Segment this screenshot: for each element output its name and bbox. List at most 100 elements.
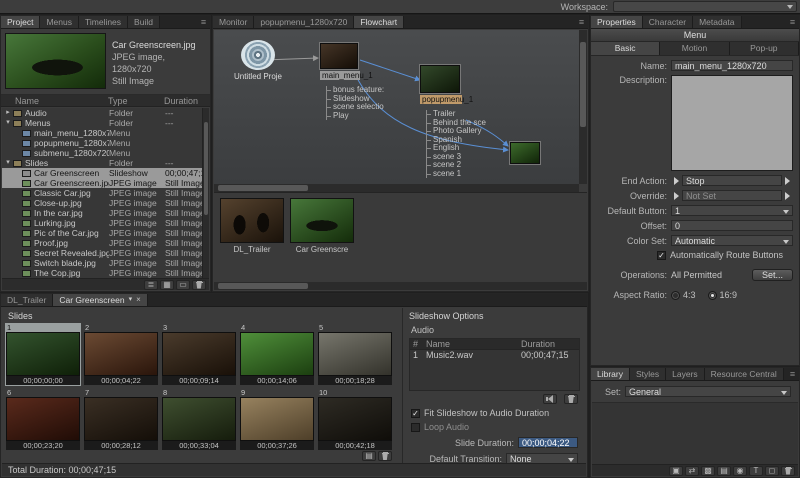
scrollbar-thumb[interactable] (218, 283, 308, 289)
new-folder-button[interactable]: ▭ (176, 280, 190, 290)
table-row[interactable]: In the car.jpgJPEG imageStill Image (2, 208, 209, 218)
offset-field[interactable]: 0 (671, 220, 793, 231)
tab-properties[interactable]: Properties (591, 16, 643, 28)
workspace-dropdown[interactable] (613, 1, 797, 12)
tab-menu-icon[interactable]: ▾ (129, 294, 133, 306)
icon-view-button[interactable]: ▦ (160, 280, 174, 290)
tab-car-greenscreen[interactable]: Car Greenscreen▾× (53, 294, 147, 306)
aspect-ratio-option-4-3[interactable]: 4:3 (671, 290, 696, 300)
end-action-pick-icon[interactable] (785, 177, 790, 185)
new-button-button[interactable]: ◉ (733, 466, 747, 476)
flowchart-node-main-menu[interactable]: main_menu_1 (320, 43, 360, 80)
tab-project[interactable]: Project (1, 16, 40, 28)
audio-row[interactable]: 1Music2.wav00;00;47;15 (410, 350, 579, 361)
flowchart-node-project[interactable]: Untitled Proje (228, 40, 288, 81)
default-transition-dropdown[interactable]: None (506, 453, 578, 463)
flowchart-menu-item[interactable]: Play (327, 112, 384, 121)
scrollbar-thumb[interactable] (218, 185, 308, 191)
new-menu-button[interactable]: ▤ (717, 466, 731, 476)
table-row[interactable]: ▾MenusFolder--- (2, 118, 209, 128)
tab-monitor[interactable]: Monitor (213, 16, 254, 28)
tab-timelines[interactable]: Timelines (79, 16, 128, 28)
table-row[interactable]: submenu_1280x720Menu (2, 148, 209, 158)
delete-button[interactable] (192, 280, 206, 290)
slide-thumbnail[interactable]: 1000;00;42;18 (317, 388, 393, 451)
flowchart-vertical-scrollbar[interactable] (579, 30, 587, 184)
tab-styles[interactable]: Styles (630, 368, 666, 380)
table-row[interactable]: The Cop.jpgJPEG imageStill Image (2, 268, 209, 278)
column-header-name[interactable]: Name (1, 95, 108, 106)
table-row[interactable]: Proof.jpgJPEG imageStill Image (2, 238, 209, 248)
table-row[interactable]: Car GreenscreenSlideshow00;00;47;15 (2, 168, 209, 178)
panel-menu-icon[interactable]: ≡ (197, 16, 210, 28)
fit-slideshow-checkbox[interactable]: ✓ Fit Slideshow to Audio Duration (411, 408, 586, 418)
color-set-dropdown[interactable]: Automatic (671, 235, 793, 246)
table-row[interactable]: ▸AudioFolder--- (2, 108, 209, 118)
new-shape-button[interactable]: ◻ (765, 466, 779, 476)
table-row[interactable]: Pic of the Car.jpgJPEG imageStill Image (2, 228, 209, 238)
name-field[interactable]: main_menu_1280x720 (671, 60, 793, 71)
flowchart-node-popup-menu[interactable]: popupmenu_1 (420, 65, 462, 104)
delete-button[interactable] (378, 451, 392, 461)
unused-item[interactable]: DL_Trailer (220, 198, 284, 254)
table-row[interactable]: Switch blade.jpgJPEG imageStill Image (2, 258, 209, 268)
tab-resource-central[interactable]: Resource Central (705, 368, 784, 380)
speaker-button[interactable] (543, 394, 557, 404)
tab-library[interactable]: Library (591, 368, 630, 380)
project-scrollbar[interactable] (202, 108, 209, 278)
tab-dl-trailer[interactable]: DL_Trailer (1, 294, 53, 306)
tab-metadata[interactable]: Metadata (693, 16, 741, 28)
panel-menu-icon[interactable]: ≡ (575, 16, 588, 28)
tab-character[interactable]: Character (643, 16, 693, 28)
slide-thumbnail[interactable]: 700;00;28;12 (83, 388, 159, 451)
column-header-duration[interactable]: Duration (164, 95, 210, 106)
delete-button[interactable] (564, 394, 578, 404)
auto-route-checkbox[interactable]: ✓ Automatically Route Buttons (657, 250, 793, 260)
override-link-icon[interactable] (674, 192, 679, 200)
override-pick-icon[interactable] (785, 192, 790, 200)
flowchart-horizontal-scrollbar[interactable] (214, 184, 579, 192)
aspect-ratio-option-16-9[interactable]: 16:9 (708, 290, 738, 300)
flowchart-canvas[interactable]: Untitled Proje main_menu_1 bonus feature… (214, 30, 579, 184)
table-row[interactable]: Classic Car.jpgJPEG imageStill Image (2, 188, 209, 198)
monitor-button[interactable]: ▤ (362, 451, 376, 461)
table-row[interactable]: popupmenu_1280x720Menu (2, 138, 209, 148)
loop-audio-checkbox[interactable]: Loop Audio (411, 422, 586, 432)
slide-thumbnail[interactable]: 800;00;33;04 (161, 388, 237, 451)
expander-icon[interactable]: ▾ (4, 158, 12, 168)
table-row[interactable]: Secret Revealed.jpgJPEG imageStill Image (2, 248, 209, 258)
strip-scrollbar[interactable] (214, 282, 587, 290)
end-action-field[interactable]: Stop (682, 175, 782, 186)
scrollbar-thumb[interactable] (204, 122, 208, 216)
close-icon[interactable]: × (136, 294, 141, 306)
expander-icon[interactable]: ▾ (4, 118, 12, 128)
slide-thumbnail[interactable]: 100;00;00;00 (5, 323, 81, 386)
slide-thumbnail[interactable]: 500;00;18;28 (317, 323, 393, 386)
table-row[interactable]: Car Greenscreen.jpgJPEG imageStill Image (2, 178, 209, 188)
tab-layers[interactable]: Layers (666, 368, 705, 380)
new-text-button[interactable]: T (749, 466, 763, 476)
tab-flowchart[interactable]: Flowchart (354, 16, 404, 28)
slide-duration-field[interactable]: 00;00;04;22 (518, 437, 578, 448)
tab-pop-up[interactable]: Pop-up (730, 42, 799, 55)
expander-icon[interactable]: ▸ (4, 108, 12, 118)
tab-motion[interactable]: Motion (660, 42, 729, 55)
slide-thumbnail[interactable]: 400;00;14;06 (239, 323, 315, 386)
description-field[interactable] (671, 75, 793, 171)
flowchart-menu-item[interactable]: scene 1 (427, 170, 486, 179)
unused-item[interactable]: Car Greenscre (290, 198, 354, 254)
table-row[interactable]: ▾SlidesFolder--- (2, 158, 209, 168)
table-row[interactable]: Close-up.jpgJPEG imageStill Image (2, 198, 209, 208)
background-button[interactable]: ▩ (701, 466, 715, 476)
place-button[interactable]: ▣ (669, 466, 683, 476)
tab-build[interactable]: Build (128, 16, 160, 28)
column-header-type[interactable]: Type (108, 95, 164, 106)
list-view-button[interactable]: ≣ (144, 280, 158, 290)
delete-button[interactable] (781, 466, 795, 476)
tab-menus[interactable]: Menus (40, 16, 79, 28)
slide-thumbnail[interactable]: 200;00;04;22 (83, 323, 159, 386)
slide-thumbnail[interactable]: 900;00;37;26 (239, 388, 315, 451)
end-action-link-icon[interactable] (674, 177, 679, 185)
table-row[interactable]: main_menu_1280x720Menu (2, 128, 209, 138)
tab-popupmenu-1280x720[interactable]: popupmenu_1280x720 (254, 16, 354, 28)
